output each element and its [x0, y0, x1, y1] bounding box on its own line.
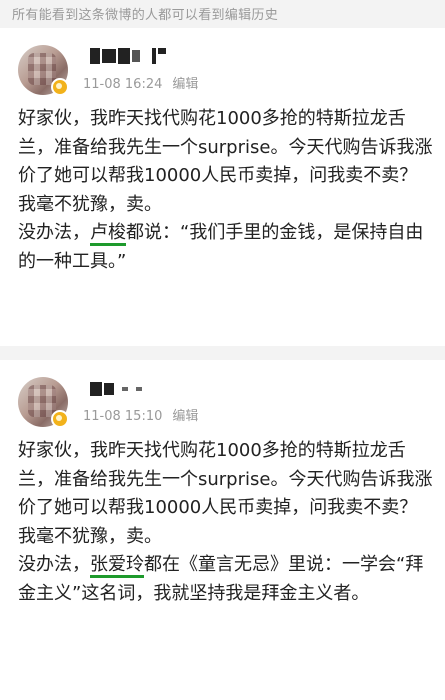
quoted-author-highlight: 卢梭 — [90, 222, 126, 246]
post-body: 好家伙，我昨天找代购花1000多抢的特斯拉龙舌兰，准备给我先生一个surpris… — [18, 437, 433, 608]
post-paragraph: 好家伙，我昨天找代购花1000多抢的特斯拉龙舌兰，准备给我先生一个surpris… — [18, 108, 433, 186]
username-obscured[interactable] — [90, 382, 142, 396]
edit-history-link[interactable]: 编辑 — [172, 77, 198, 92]
post-card: 11-08 15:10 编辑 好家伙，我昨天找代购花1000多抢的特斯拉龙舌兰，准… — [0, 360, 445, 700]
edit-history-notice: 所有能看到这条微博的人都可以看到编辑历史 — [12, 8, 279, 23]
post-meta: 11-08 15:10 编辑 — [83, 405, 198, 424]
post-paragraph: 我毫不犹豫，卖。 — [18, 193, 162, 215]
post-quote-paragraph: 没办法，张爱玲都在《童言无忌》里说：一学会“拜金主义”这名词，我就坚持我是拜金主… — [18, 551, 433, 608]
verified-badge-icon — [51, 78, 69, 96]
post-timestamp: 11-08 16:24 — [83, 77, 163, 92]
verified-badge-icon — [51, 410, 69, 428]
post-body: 好家伙，我昨天找代购花1000多抢的特斯拉龙舌兰，准备给我先生一个surpris… — [18, 105, 433, 276]
quote-intro: 没办法， — [18, 554, 90, 575]
post-quote-paragraph: 没办法，卢梭都说：“我们手里的金钱，是保持自由的一种工具。” — [18, 219, 433, 276]
post-paragraph: 好家伙，我昨天找代购花1000多抢的特斯拉龙舌兰，准备给我先生一个surpris… — [18, 440, 433, 518]
post-paragraph: 我毫不犹豫，卖。 — [18, 525, 162, 547]
edit-history-link[interactable]: 编辑 — [172, 409, 198, 424]
post-meta: 11-08 16:24 编辑 — [83, 73, 198, 92]
quoted-author-highlight: 张爱玲 — [90, 554, 144, 578]
post-card: 11-08 16:24 编辑 好家伙，我昨天找代购花1000多抢的特斯拉龙舌兰，准… — [0, 28, 445, 346]
quote-intro: 没办法， — [18, 222, 90, 243]
username-obscured[interactable] — [90, 48, 166, 64]
post-timestamp: 11-08 15:10 — [83, 409, 163, 424]
edit-history-notice-bar: 所有能看到这条微博的人都可以看到编辑历史 — [0, 0, 445, 28]
